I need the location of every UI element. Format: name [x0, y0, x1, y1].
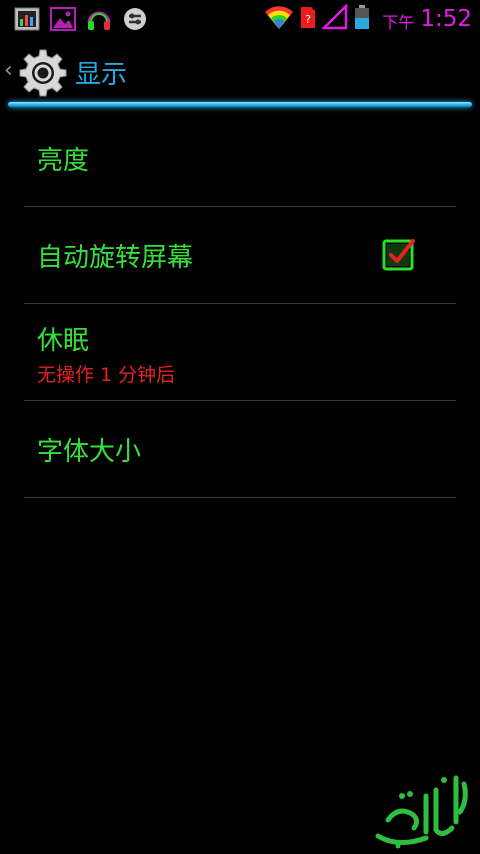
svg-text:?: ?: [305, 13, 311, 26]
auto-rotate-checkbox[interactable]: [382, 237, 416, 271]
setting-sleep[interactable]: 休眠 无操作 1 分钟后: [24, 304, 456, 401]
setting-auto-rotate[interactable]: 自动旋转屏幕: [24, 207, 456, 304]
notification-icons: [14, 6, 148, 32]
task-manager-icon: [14, 6, 40, 32]
gallery-icon: [50, 6, 76, 32]
system-status-icons: ? 下午 1:52: [264, 2, 472, 34]
setting-title: 字体大小: [37, 437, 142, 467]
usb-settings-icon: [122, 6, 148, 32]
music-headphones-icon: [86, 6, 112, 32]
display-settings-list: 亮度 自动旋转屏幕 休眠 无操作 1 分钟后 字体大小: [24, 110, 456, 498]
battery-icon: [354, 4, 370, 34]
watermark-logo: [368, 766, 474, 850]
setting-title: 休眠: [37, 326, 90, 356]
setting-summary: 无操作 1 分钟后: [37, 364, 176, 386]
gear-icon[interactable]: [18, 48, 68, 98]
status-bar: ? 下午 1:52: [0, 0, 480, 38]
back-chevron-icon[interactable]: ‹: [4, 60, 13, 82]
clock-ampm: 下午: [382, 13, 415, 32]
setting-font-size[interactable]: 字体大小: [24, 401, 456, 498]
setting-brightness[interactable]: 亮度: [24, 110, 456, 207]
signal-icon: [321, 2, 348, 34]
title-divider: [8, 102, 472, 107]
wifi-icon: [264, 4, 294, 34]
page-title: 显示: [75, 60, 128, 90]
action-bar[interactable]: ‹ 显示: [0, 40, 480, 102]
setting-title: 亮度: [37, 146, 90, 176]
sim-unknown-icon: ?: [300, 4, 316, 34]
setting-title: 自动旋转屏幕: [37, 243, 194, 273]
clock-time: 1:52: [420, 6, 472, 32]
